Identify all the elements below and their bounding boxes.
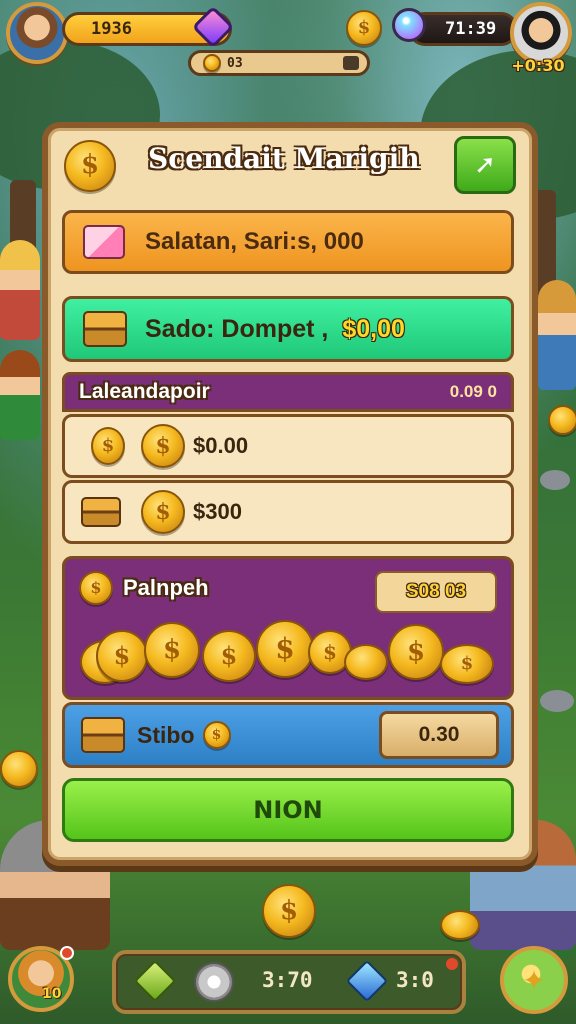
level-badge: 10 — [42, 986, 62, 1002]
bottom-left-value: 3:70 — [262, 968, 313, 992]
coin-icon: $ — [91, 427, 125, 465]
sub-counter-value: 03 — [227, 55, 243, 71]
section-value: 0.09 0 — [449, 382, 497, 401]
bottom-right-tool-button[interactable]: ✦ — [500, 946, 568, 1014]
sub-counter-bar: 03 — [188, 50, 370, 76]
blue-row[interactable]: Stibo $ 0.30 — [62, 702, 514, 768]
purple-value-box[interactable]: S08 03 — [375, 571, 497, 613]
bottle-icon: ✦ — [522, 963, 546, 997]
title-coin-icon: $ — [64, 140, 116, 192]
coin-pile: $ $ $ $ $ $ $ — [80, 620, 500, 690]
coin-icon: $ — [202, 721, 231, 749]
list-item[interactable]: $ $300 — [62, 480, 514, 544]
blue-value-box[interactable]: 0.30 — [379, 711, 499, 759]
notification-dot — [446, 958, 458, 970]
small-coin-icon — [203, 54, 221, 72]
blue-label: Stibo — [137, 721, 195, 748]
bottom-right-value: 3:0 — [396, 968, 434, 992]
top-coin-icon[interactable]: $ — [346, 10, 382, 46]
blue-value: 0.30 — [418, 723, 460, 746]
coin-icon: $ — [141, 424, 185, 468]
chest-icon — [83, 311, 127, 347]
share-button[interactable]: ➚ — [454, 136, 516, 194]
section-header: Laleandapoir 0.09 0 — [62, 372, 514, 412]
gift-box-icon — [83, 225, 125, 259]
confirm-label: NION — [253, 796, 323, 824]
arrow-up-right-icon: ➚ — [474, 150, 496, 180]
character-left-1 — [0, 240, 40, 340]
deposit-row[interactable]: Sado: Dompet , $0,00 — [62, 296, 514, 362]
confirm-button[interactable]: NION — [62, 778, 514, 842]
character-left-2 — [0, 350, 40, 440]
chest-icon — [81, 497, 121, 527]
coin-icon: $ — [79, 571, 113, 605]
purple-value: S08 03 — [405, 581, 467, 602]
coin-icon: $ — [141, 490, 185, 534]
player-avatar-right[interactable] — [510, 2, 572, 64]
notification-dot — [60, 946, 74, 960]
panel-title: Scendait Marigih — [148, 142, 420, 175]
currency-right-value: 71:39 — [445, 19, 497, 39]
crystal-icon[interactable] — [392, 8, 426, 42]
item-value: $300 — [193, 499, 242, 524]
list-item[interactable]: $ $ $0.00 — [62, 414, 514, 478]
silver-coin-icon[interactable] — [194, 962, 234, 1002]
wallet-icon[interactable] — [343, 56, 359, 70]
character-right-1 — [538, 280, 576, 390]
currency-left-value: 1936 — [91, 19, 132, 39]
deposit-amount: $0,00 — [342, 314, 405, 343]
player-avatar-left[interactable] — [6, 2, 68, 64]
floating-coin-icon: $ — [262, 884, 316, 938]
purple-label: Palnpeh — [123, 575, 209, 600]
bonus-timer: +0:30 — [511, 56, 565, 75]
balance-label: Salatan, Sari:s, 000 — [145, 228, 364, 255]
section-title: Laleandapoir — [79, 380, 210, 403]
chest-icon — [81, 717, 125, 753]
balance-row[interactable]: Salatan, Sari:s, 000 — [62, 210, 514, 274]
deposit-label: Sado: Dompet , — [145, 314, 329, 343]
item-value: $0.00 — [193, 433, 249, 458]
